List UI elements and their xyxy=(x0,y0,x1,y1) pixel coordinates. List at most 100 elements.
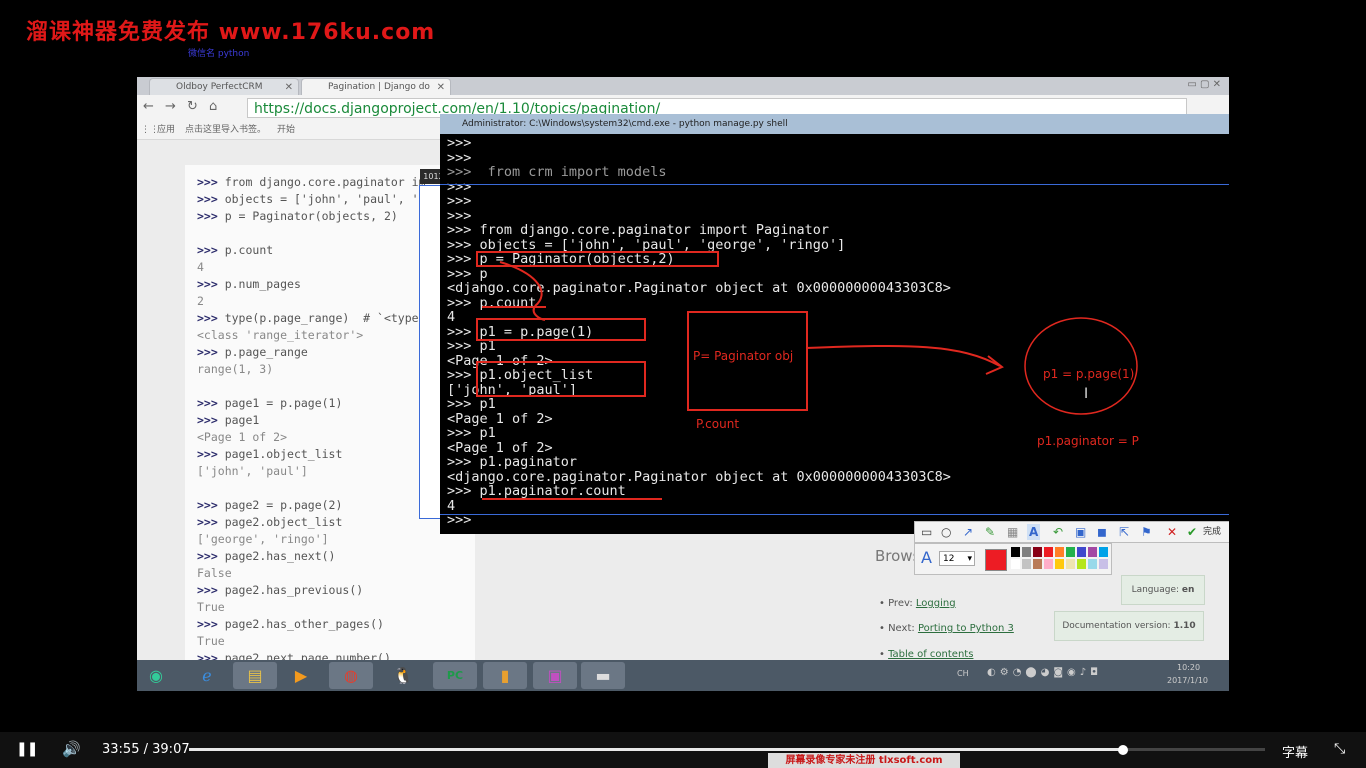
toc-link[interactable]: • Table of contents xyxy=(879,649,973,660)
color-swatch[interactable] xyxy=(1055,559,1064,569)
window-controls-icon[interactable]: ▭ ▢ ✕ xyxy=(1187,79,1221,90)
doc-version-label: Documentation version: xyxy=(1062,621,1171,631)
pen-tool-icon[interactable]: ✎ xyxy=(985,524,995,540)
mosaic-tool-icon[interactable]: ▦ xyxy=(1007,524,1018,540)
font-icon: A xyxy=(921,548,932,567)
color-swatch[interactable] xyxy=(1077,547,1086,557)
close-icon[interactable]: ✕ xyxy=(437,79,445,95)
doc-code-text: page2.has_previous() xyxy=(224,583,364,597)
subtitle-button[interactable]: 字幕 xyxy=(1282,742,1308,761)
cmd-title: Administrator: C:\Windows\system32\cmd.e… xyxy=(462,119,788,129)
color-swatch[interactable] xyxy=(1022,559,1031,569)
bookmark-start[interactable]: 开始 xyxy=(277,121,295,139)
progress-handle[interactable] xyxy=(1117,745,1128,755)
color-palette xyxy=(1011,547,1109,571)
color-swatch[interactable] xyxy=(1033,547,1042,557)
doc-prompt: >>> xyxy=(197,413,225,427)
home-icon[interactable]: ⌂ xyxy=(209,99,217,114)
exit-fullscreen-icon[interactable]: ⤡ xyxy=(1334,741,1345,757)
chrome-icon[interactable]: ◍ xyxy=(329,662,373,689)
explorer-icon[interactable]: ▤ xyxy=(233,662,277,689)
prev-link-text[interactable]: Logging xyxy=(916,598,956,609)
cmd-console[interactable]: >>> >>> >>> from crm import models >>> >>> >>… xyxy=(440,134,1229,534)
color-swatch[interactable] xyxy=(1066,547,1075,557)
color-swatch[interactable] xyxy=(1077,559,1086,569)
color-swatch[interactable] xyxy=(1099,559,1108,569)
color-swatch[interactable] xyxy=(1055,547,1064,557)
next-link[interactable]: • Next: Porting to Python 3 xyxy=(879,623,1014,634)
doc-code-line: >>> p = Paginator(objects, 2) xyxy=(197,209,398,223)
watermark-subtext: 微信名 python xyxy=(188,49,250,59)
cmd-taskbar-icon[interactable]: ▬ xyxy=(581,662,625,689)
forward-icon[interactable]: → xyxy=(165,99,176,114)
language-badge[interactable]: Language: en xyxy=(1121,575,1205,605)
input-indicator[interactable]: CH xyxy=(957,669,969,678)
font-size-value: 12 xyxy=(943,554,955,564)
tab-oldboy-crm[interactable]: Oldboy PerfectCRM ✕ xyxy=(149,78,299,95)
bookmark-apps[interactable]: 应用 xyxy=(157,121,175,139)
doc-code-line: >>> page2.object_list xyxy=(197,515,342,529)
doc-version-badge[interactable]: Documentation version: 1.10 xyxy=(1054,611,1204,641)
bookmark-icon[interactable]: ⚑ xyxy=(1141,524,1152,540)
clock-time[interactable]: 10:20 xyxy=(1177,663,1200,672)
doc-prompt: >>> xyxy=(197,549,225,563)
done-label[interactable]: 完成 xyxy=(1203,524,1221,540)
tab-pagination[interactable]: Pagination | Django do ✕ xyxy=(301,78,451,95)
media-icon[interactable]: ▶ xyxy=(279,662,323,689)
doc-code-line: <class 'range_iterator'> xyxy=(197,328,363,342)
doc-code-text: from django.core.paginator im xyxy=(224,175,426,189)
text-tool-icon[interactable]: A xyxy=(1027,524,1041,540)
recorded-desktop: Oldboy PerfectCRM ✕ Pagination | Django … xyxy=(137,77,1229,691)
doc-prompt: >>> xyxy=(197,311,225,325)
doc-prompt: >>> xyxy=(197,277,225,291)
rectangle-tool-icon[interactable]: ▭ xyxy=(921,524,932,540)
arrow-tool-icon[interactable]: ↗ xyxy=(963,524,973,540)
next-link-text[interactable]: Porting to Python 3 xyxy=(918,623,1014,634)
reload-icon[interactable]: ↻ xyxy=(187,99,198,114)
prev-link[interactable]: • Prev: Logging xyxy=(879,598,956,609)
font-size-select[interactable]: 12 ▾ xyxy=(939,551,975,566)
color-swatch[interactable] xyxy=(1066,559,1075,569)
color-swatch[interactable] xyxy=(1088,547,1097,557)
browser-tab-strip: Oldboy PerfectCRM ✕ Pagination | Django … xyxy=(137,77,1229,95)
circle-label: p1 = p.page(1) xyxy=(1043,367,1135,381)
color-swatch[interactable] xyxy=(1044,547,1053,557)
pause-icon[interactable]: ❚❚ xyxy=(16,741,38,757)
start-button[interactable]: ◉ xyxy=(139,662,173,689)
current-color-swatch[interactable] xyxy=(985,549,1007,571)
color-swatch[interactable] xyxy=(1088,559,1097,569)
bookmark-import[interactable]: 点击这里导入书签。 xyxy=(185,121,266,139)
pycharm-icon[interactable]: PC xyxy=(433,662,477,689)
color-swatch[interactable] xyxy=(1033,559,1042,569)
clock-date[interactable]: 2017/1/10 xyxy=(1167,676,1208,685)
cmd-title-bar[interactable]: Administrator: C:\Windows\system32\cmd.e… xyxy=(440,114,1229,134)
toc-link-text[interactable]: Table of contents xyxy=(888,649,973,660)
save-icon[interactable]: ▣ xyxy=(1075,524,1086,540)
color-swatch[interactable] xyxy=(1022,547,1031,557)
current-time: 33:55 xyxy=(102,742,140,757)
done-check-icon[interactable]: ✔ xyxy=(1187,524,1197,540)
color-swatch[interactable] xyxy=(1099,547,1108,557)
doc-code-text: page2 = p.page(2) xyxy=(224,498,343,512)
cancel-icon[interactable]: ✕ xyxy=(1167,524,1177,540)
undo-icon[interactable]: ↶ xyxy=(1053,524,1063,540)
image-app-icon[interactable]: ▣ xyxy=(533,662,577,689)
pin-icon[interactable]: ◼ xyxy=(1097,524,1107,540)
color-swatch[interactable] xyxy=(1011,547,1020,557)
color-swatch[interactable] xyxy=(1044,559,1053,569)
qq-icon[interactable]: 🐧 xyxy=(381,662,425,689)
circle-caption: p1.paginator = P xyxy=(1037,434,1139,448)
tray-icons[interactable]: ◐⚙◔⬤◕◙◉♪◘ xyxy=(987,667,1102,678)
arrow-stroke xyxy=(805,344,1001,367)
app-icon[interactable]: ▮ xyxy=(483,662,527,689)
doc-code-text: page2.has_next() xyxy=(224,549,336,563)
ellipse-tool-icon[interactable]: ○ xyxy=(941,524,951,540)
close-icon[interactable]: ✕ xyxy=(285,79,293,95)
share-icon[interactable]: ⇱ xyxy=(1119,524,1129,540)
ie-icon[interactable]: ℯ xyxy=(185,662,229,689)
volume-icon[interactable]: 🔊 xyxy=(62,740,81,758)
doc-code-text: <Page 1 of 2> xyxy=(197,430,288,444)
color-swatch[interactable] xyxy=(1011,559,1020,569)
language-value: en xyxy=(1181,585,1195,595)
back-icon[interactable]: ← xyxy=(143,99,154,114)
